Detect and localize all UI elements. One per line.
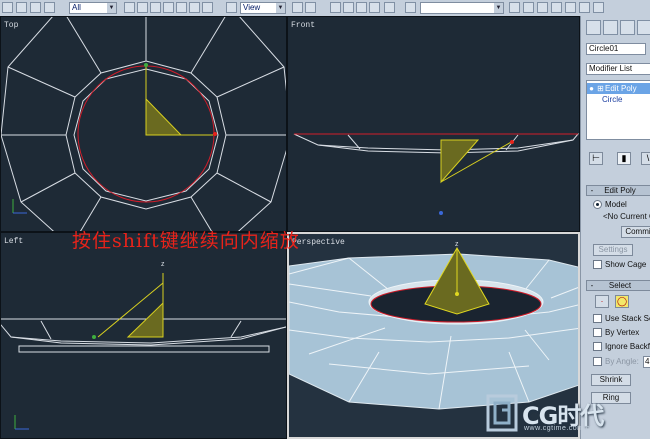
chevron-down-icon: ▼ (107, 3, 116, 13)
selection-rollout-header[interactable]: - Select (586, 280, 650, 291)
commit-button[interactable]: Commi (621, 226, 650, 238)
move-icon[interactable] (176, 2, 187, 13)
create-tab-icon[interactable] (586, 20, 601, 35)
pin-stack-icon[interactable]: ⊢ (589, 152, 603, 165)
by-vertex-label: By Vertex (605, 328, 640, 337)
angle-value-field[interactable]: 45 (643, 356, 650, 368)
selection-filter-value: All (72, 3, 81, 12)
checkbox-icon (593, 357, 602, 367)
edit-poly-rollout-header[interactable]: - Edit Poly (586, 185, 650, 196)
checkbox-icon (593, 328, 602, 338)
z-axis-label: z (161, 261, 165, 268)
show-cage-label: Show Cage (605, 260, 647, 269)
command-panel: Circle01 Modifier List ● ⊞Edit Poly Circl… (580, 16, 650, 439)
ignore-backfacing-checkbox[interactable]: Ignore Backf (593, 342, 650, 352)
front-view-mesh (293, 133, 579, 215)
render-setup-icon[interactable] (579, 2, 590, 13)
hierarchy-tab-icon[interactable] (620, 20, 635, 35)
show-end-result-icon[interactable]: ▮ (617, 152, 631, 165)
model-radio-label: Model (605, 200, 627, 209)
watermark-url: www.cgtime.com.cn (524, 425, 595, 432)
by-angle-label: By Angle: (605, 357, 639, 366)
bind-space-warp-icon[interactable] (44, 2, 55, 13)
z-axis-label: z (455, 241, 459, 248)
stack-item-label: Edit Poly (605, 84, 637, 93)
mirror-icon[interactable] (405, 2, 416, 13)
rollout-title: Select (608, 281, 632, 290)
viewport-front[interactable]: Front (287, 16, 580, 232)
edge-mode-icon[interactable]: ◯ (615, 295, 629, 308)
viewport-left[interactable]: Left z (0, 232, 287, 439)
scale-icon[interactable] (202, 2, 213, 13)
link-icon[interactable] (16, 2, 27, 13)
reference-coord-select[interactable]: View ▼ (240, 2, 286, 14)
left-view-mesh: z (1, 261, 286, 430)
shrink-button[interactable]: Shrink (591, 374, 631, 386)
reference-coord-icon[interactable] (226, 2, 237, 13)
settings-button[interactable]: Settings (593, 244, 633, 256)
vertex-mode-icon[interactable]: · (595, 295, 609, 308)
angle-snap-icon[interactable] (343, 2, 354, 13)
object-name-value: Circle01 (589, 44, 619, 53)
rollout-title: Edit Poly (604, 186, 636, 195)
by-angle-checkbox[interactable]: By Angle: 45 (593, 356, 650, 368)
make-unique-icon[interactable]: \ (641, 152, 650, 165)
stack-item-circle[interactable]: Circle (587, 94, 650, 105)
viewport-top[interactable]: Top (0, 16, 287, 232)
select-by-name-icon[interactable] (137, 2, 148, 13)
lightbulb-icon[interactable]: ● (587, 83, 596, 94)
cgtime-logo-icon (486, 394, 518, 432)
spinner-snap-icon[interactable] (369, 2, 380, 13)
cgtime-watermark: CG时代 www.cgtime.com.cn (484, 392, 650, 439)
unlink-icon[interactable] (30, 2, 41, 13)
render-icon[interactable] (593, 2, 604, 13)
checkbox-icon (593, 314, 602, 324)
material-editor-icon[interactable] (565, 2, 576, 13)
use-stack-checkbox[interactable]: Use Stack Se (593, 314, 650, 324)
layer-manager-icon[interactable] (523, 2, 534, 13)
modifier-stack: ● ⊞Edit Poly Circle (586, 80, 650, 140)
main-toolbar: All ▼ View ▼ ▼ (0, 0, 650, 17)
align-icon[interactable] (509, 2, 520, 13)
edit-named-selection-icon[interactable] (384, 2, 395, 13)
selection-filter-select[interactable]: All ▼ (69, 2, 117, 14)
modifier-list-label: Modifier List (589, 64, 633, 73)
rotate-icon[interactable] (189, 2, 200, 13)
rect-selection-icon[interactable] (150, 2, 161, 13)
use-stack-label: Use Stack Se (605, 314, 650, 323)
show-cage-checkbox[interactable]: Show Cage (593, 260, 646, 270)
undo-icon[interactable] (2, 2, 13, 13)
schematic-view-icon[interactable] (551, 2, 562, 13)
select-manipulate-icon[interactable] (305, 2, 316, 13)
expand-icon[interactable]: ⊞ (596, 83, 605, 94)
curve-editor-icon[interactable] (537, 2, 548, 13)
window-crossing-icon[interactable] (163, 2, 174, 13)
snap-toggle-icon[interactable] (330, 2, 341, 13)
reference-coord-value: View (243, 3, 261, 12)
collapse-icon: - (590, 186, 594, 195)
object-name-field[interactable]: Circle01 (586, 43, 646, 55)
stack-item-edit-poly[interactable]: ● ⊞Edit Poly (587, 83, 650, 94)
pivot-center-icon[interactable] (292, 2, 303, 13)
checkbox-icon (593, 260, 602, 270)
modifier-list-select[interactable]: Modifier List (586, 63, 650, 75)
checkbox-icon (593, 342, 602, 352)
modify-tab-icon[interactable] (603, 20, 618, 35)
stack-item-label: Circle (602, 95, 623, 104)
chevron-down-icon: ▼ (276, 3, 285, 13)
instruction-overlay: 按住shift键继续向内缩放 (72, 230, 300, 252)
top-view-mesh (1, 17, 286, 231)
select-object-icon[interactable] (124, 2, 135, 13)
no-current-label: <No Current O (603, 212, 650, 221)
ignore-back-label: Ignore Backf (605, 342, 650, 351)
radio-icon (593, 200, 602, 210)
chevron-down-icon: ▼ (494, 3, 503, 13)
model-radio[interactable]: Model (593, 200, 627, 210)
named-selection-select[interactable]: ▼ (420, 2, 504, 14)
collapse-icon: - (590, 281, 594, 290)
by-vertex-checkbox[interactable]: By Vertex (593, 328, 639, 338)
motion-tab-icon[interactable] (637, 20, 650, 35)
percent-snap-icon[interactable] (356, 2, 367, 13)
